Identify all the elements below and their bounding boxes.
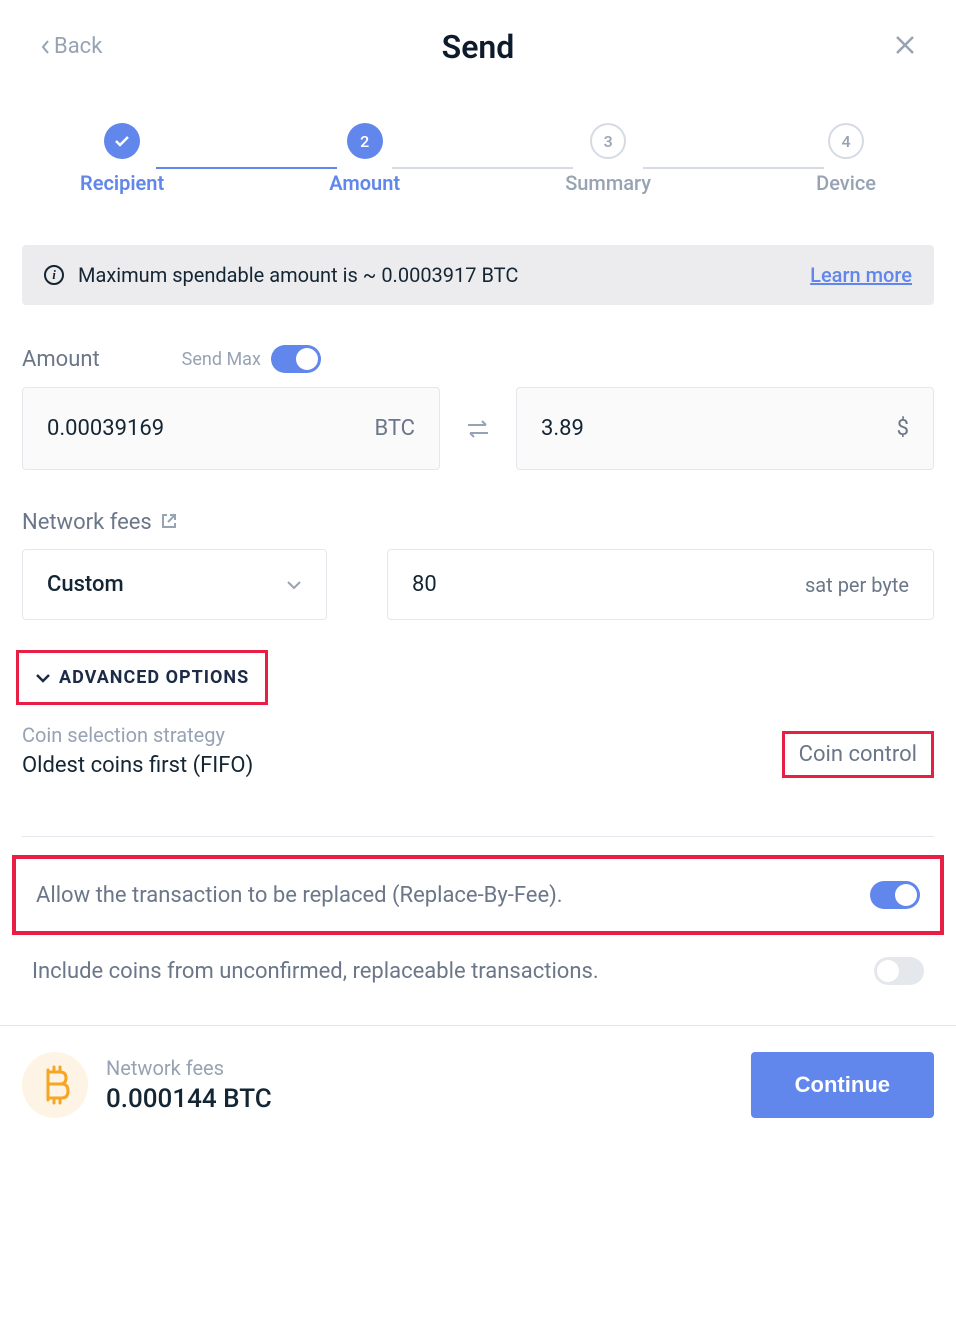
stepper: Recipient 2 Amount 3 Summary 4 Device (0, 73, 956, 245)
back-label: Back (54, 34, 102, 59)
back-button[interactable]: Back (40, 34, 102, 59)
fee-preset-select[interactable]: Custom (22, 549, 327, 620)
coin-selection-value: Oldest coins first (FIFO) (22, 753, 253, 778)
chevron-down-icon (286, 580, 302, 590)
chevron-left-icon (40, 39, 50, 55)
continue-button[interactable]: Continue (751, 1052, 934, 1118)
network-fees-label: Network fees (22, 510, 152, 535)
close-button[interactable] (894, 30, 916, 63)
step-label: Amount (329, 171, 400, 195)
step-circle-active: 2 (347, 123, 383, 159)
unconfirmed-option-row: Include coins from unconfirmed, replacea… (22, 935, 934, 1025)
crypto-amount-input[interactable]: 0.00039169 BTC (22, 387, 440, 470)
step-circle-inactive: 3 (590, 123, 626, 159)
advanced-label: ADVANCED OPTIONS (59, 667, 249, 688)
step-recipient[interactable]: Recipient (80, 123, 164, 195)
page-title: Send (442, 28, 515, 66)
fee-unit: sat per byte (805, 573, 909, 597)
footer-fee-value: 0.000144 BTC (106, 1084, 272, 1114)
fee-rate-input[interactable]: 80 sat per byte (387, 549, 934, 620)
rbf-toggle[interactable] (870, 881, 920, 909)
unconfirmed-label: Include coins from unconfirmed, replacea… (32, 959, 599, 984)
coin-selection-label: Coin selection strategy (22, 723, 253, 747)
info-icon: i (44, 265, 64, 285)
step-circle-inactive: 4 (828, 123, 864, 159)
crypto-unit: BTC (374, 416, 415, 441)
coin-control-button[interactable]: Coin control (782, 731, 934, 778)
step-label: Device (816, 171, 876, 195)
fiat-amount-input[interactable]: 3.89 $ (516, 387, 934, 470)
learn-more-link[interactable]: Learn more (810, 263, 912, 287)
step-label: Summary (565, 171, 651, 195)
external-link-icon (160, 512, 178, 530)
advanced-options-toggle[interactable]: ADVANCED OPTIONS (16, 650, 268, 705)
check-icon (114, 135, 130, 147)
step-device[interactable]: 4 Device (816, 123, 876, 195)
crypto-value: 0.00039169 (47, 416, 374, 441)
step-line (392, 167, 573, 169)
select-value: Custom (47, 572, 124, 597)
send-max-label: Send Max (182, 349, 261, 370)
rbf-option-row: Allow the transaction to be replaced (Re… (12, 855, 944, 935)
fiat-unit: $ (897, 416, 909, 441)
toggle-knob (296, 348, 318, 370)
step-label: Recipient (80, 171, 164, 195)
toggle-knob (877, 960, 899, 982)
fiat-value: 3.89 (541, 416, 897, 441)
bitcoin-icon-svg (38, 1064, 72, 1106)
step-line (156, 167, 337, 169)
toggle-knob (895, 884, 917, 906)
footer-fee-label: Network fees (106, 1056, 272, 1080)
bitcoin-icon (22, 1052, 88, 1118)
external-link-button[interactable] (160, 512, 178, 534)
swap-icon (464, 415, 492, 443)
rbf-label: Allow the transaction to be replaced (Re… (36, 883, 563, 908)
amount-label: Amount (22, 347, 100, 372)
step-amount[interactable]: 2 Amount (329, 123, 400, 195)
send-max-toggle[interactable] (271, 345, 321, 373)
unconfirmed-toggle[interactable] (874, 957, 924, 985)
swap-button[interactable] (464, 415, 492, 443)
info-banner: i Maximum spendable amount is ~ 0.000391… (22, 245, 934, 305)
step-summary[interactable]: 3 Summary (565, 123, 651, 195)
info-text: Maximum spendable amount is ~ 0.0003917 … (78, 263, 518, 287)
step-line (643, 167, 824, 169)
fee-value: 80 (412, 572, 437, 597)
step-circle-done (104, 123, 140, 159)
close-icon (894, 34, 916, 56)
chevron-down-icon (35, 673, 51, 683)
